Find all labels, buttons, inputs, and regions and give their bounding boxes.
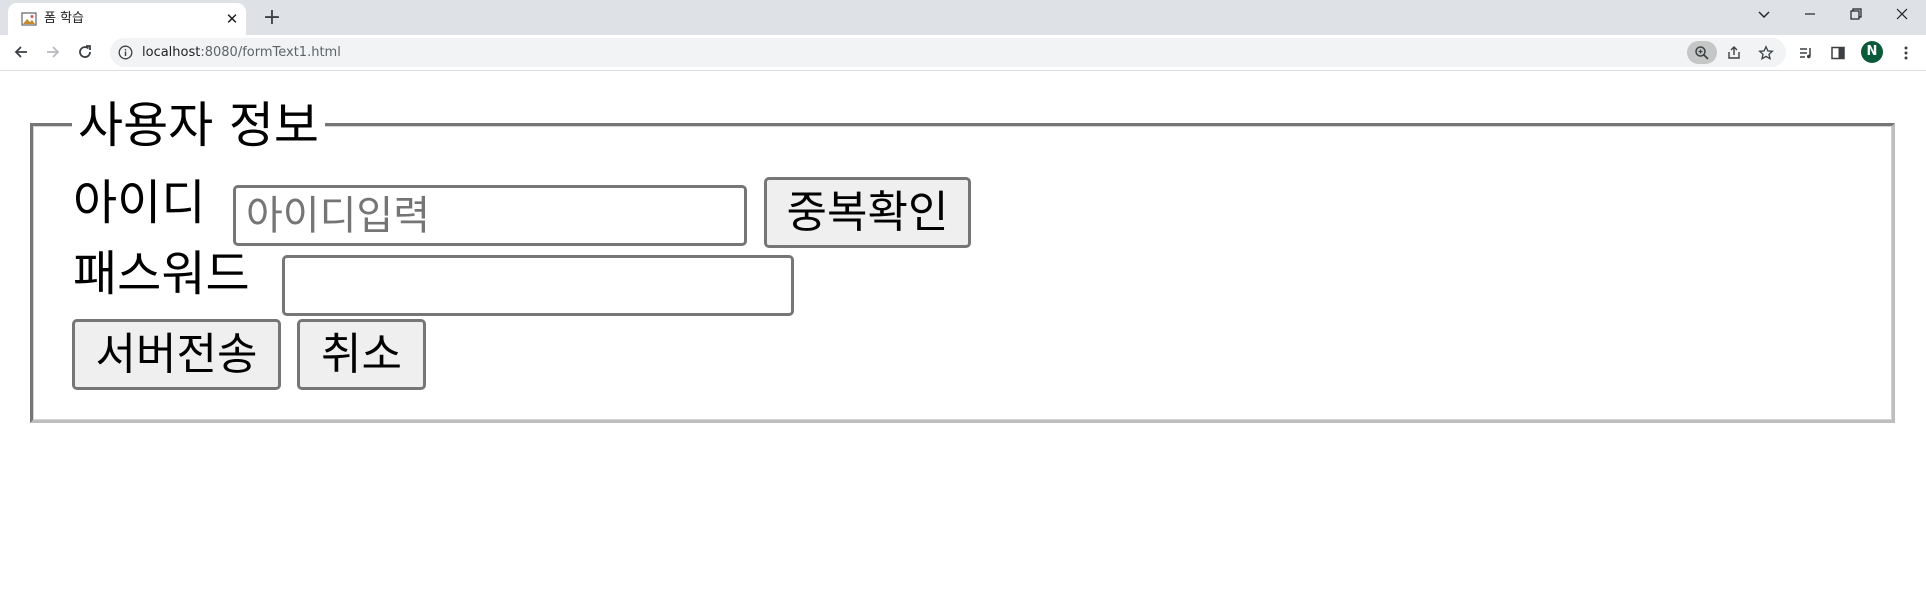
- browser-toolbar: localhost:8080/formText1.html N: [0, 35, 1926, 71]
- tab-search-icon[interactable]: [1746, 3, 1782, 27]
- close-icon[interactable]: ✕: [224, 11, 240, 27]
- new-tab-button[interactable]: +: [260, 6, 284, 30]
- close-window-icon[interactable]: [1884, 3, 1920, 27]
- image-icon: [21, 11, 37, 27]
- tab-strip: 폼 학습 ✕ +: [0, 0, 1926, 35]
- back-arrow-icon[interactable]: [9, 40, 33, 64]
- cancel-button[interactable]: 취소: [297, 319, 426, 390]
- fieldset-legend: 사용자 정보: [72, 97, 325, 155]
- reload-icon[interactable]: [73, 40, 97, 64]
- duplicate-check-button[interactable]: 중복확인: [764, 177, 971, 248]
- share-icon[interactable]: [1724, 43, 1744, 63]
- address-bar[interactable]: localhost:8080/formText1.html: [110, 38, 1786, 67]
- info-icon[interactable]: [118, 45, 133, 60]
- id-input[interactable]: [233, 185, 747, 246]
- browser-tab[interactable]: 폼 학습 ✕: [8, 3, 246, 35]
- reading-list-icon[interactable]: [1794, 41, 1818, 65]
- profile-avatar[interactable]: N: [1861, 41, 1883, 63]
- tab-title: 폼 학습: [44, 11, 85, 26]
- id-label: 아이디: [73, 175, 206, 231]
- submit-button[interactable]: 서버전송: [72, 319, 281, 390]
- side-panel-icon[interactable]: [1826, 41, 1850, 65]
- zoom-icon[interactable]: [1687, 41, 1717, 64]
- password-label: 패스워드: [73, 246, 250, 302]
- forward-arrow-icon[interactable]: [41, 40, 65, 64]
- url-path: :8080/formText1.html: [200, 45, 341, 60]
- password-input[interactable]: [282, 255, 794, 316]
- restore-icon[interactable]: [1838, 3, 1874, 27]
- url-text: localhost:8080/formText1.html: [142, 44, 341, 61]
- page-content: 사용자 정보 아이디 중복확인 패스워드 서버전송 취소: [0, 71, 1926, 600]
- minimize-icon[interactable]: [1792, 3, 1828, 27]
- url-host: localhost: [142, 45, 201, 60]
- star-icon[interactable]: [1756, 43, 1776, 63]
- menu-icon[interactable]: [1894, 41, 1918, 65]
